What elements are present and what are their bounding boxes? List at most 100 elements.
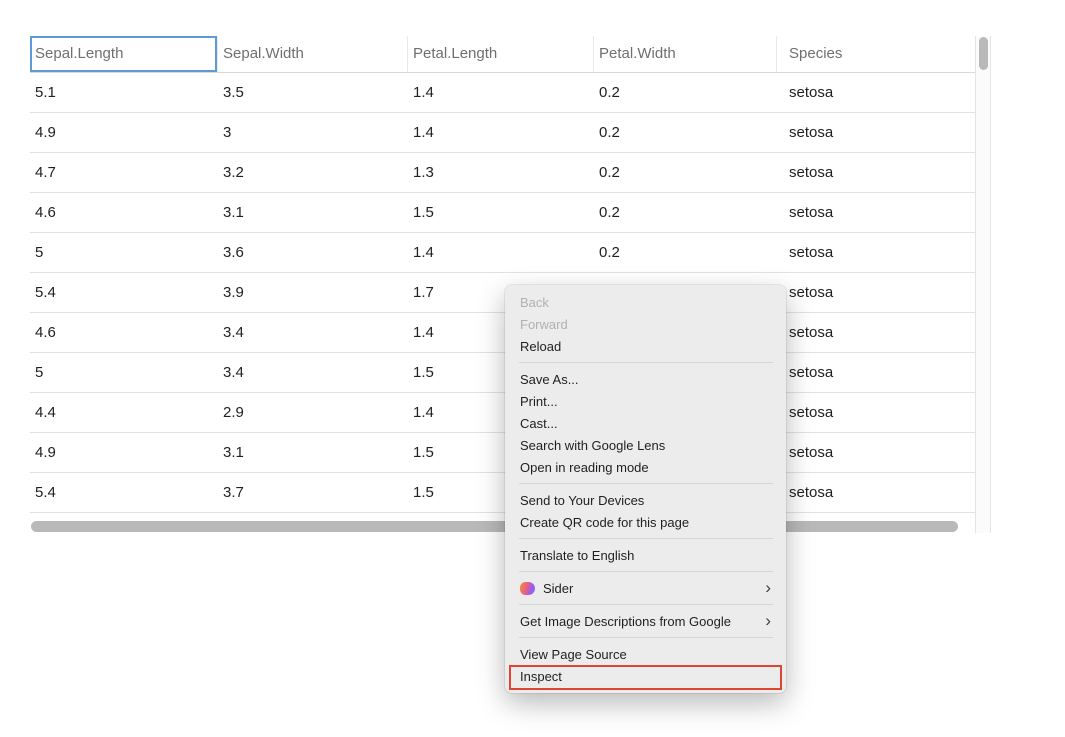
table-cell: 5.4 [30, 273, 218, 312]
table-cell: setosa [777, 193, 975, 232]
menu-item-open-in-reading-mode[interactable]: Open in reading mode [505, 456, 786, 478]
menu-item-send-to-your-devices[interactable]: Send to Your Devices [505, 489, 786, 511]
table-cell: 5 [30, 353, 218, 392]
menu-item-forward: Forward [505, 313, 786, 335]
table-row: 5.43.91.7setosa [30, 273, 975, 313]
menu-item-label: Save As... [520, 372, 579, 387]
table-cell: setosa [777, 473, 975, 512]
table-cell: 3.7 [218, 473, 408, 512]
table-cell: 4.9 [30, 433, 218, 472]
table-row: 4.63.41.4setosa [30, 313, 975, 353]
column-header-sepal-length[interactable]: Sepal.Length [30, 36, 218, 72]
menu-separator [519, 637, 773, 638]
column-header-sepal-width[interactable]: Sepal.Width [218, 36, 408, 72]
table-row: 4.93.11.5setosa [30, 433, 975, 473]
menu-item-label: Open in reading mode [520, 460, 649, 475]
menu-item-create-qr-code-for-this-page[interactable]: Create QR code for this page [505, 511, 786, 533]
table-cell: setosa [777, 393, 975, 432]
menu-item-sider[interactable]: Sider › [505, 577, 786, 599]
table-cell: setosa [777, 433, 975, 472]
table-row: 5.13.51.40.2setosa [30, 73, 975, 113]
table-cell: 3.1 [218, 433, 408, 472]
menu-item-label: Back [520, 295, 549, 310]
table-cell: 4.4 [30, 393, 218, 432]
table-cell: 0.2 [594, 153, 777, 192]
menu-item-label: Create QR code for this page [520, 515, 689, 530]
table-cell: setosa [777, 113, 975, 152]
table-cell: setosa [777, 273, 975, 312]
table-cell: 5.4 [30, 473, 218, 512]
menu-item-label: Send to Your Devices [520, 493, 644, 508]
menu-item-label: View Page Source [520, 647, 627, 662]
table-cell: setosa [777, 233, 975, 272]
table-cell: 1.5 [408, 193, 594, 232]
table-row: 5.43.71.5setosa [30, 473, 975, 513]
iris-data-table: Sepal.LengthSepal.WidthPetal.LengthPetal… [30, 36, 975, 513]
table-cell: 0.2 [594, 193, 777, 232]
table-row: 53.61.40.2setosa [30, 233, 975, 273]
menu-item-search-with-google-lens[interactable]: Search with Google Lens [505, 434, 786, 456]
vertical-scrollbar-track[interactable] [975, 36, 991, 533]
submenu-chevron-icon: › [765, 578, 771, 598]
table-header-row: Sepal.LengthSepal.WidthPetal.LengthPetal… [30, 36, 975, 73]
horizontal-scrollbar-thumb[interactable] [31, 521, 958, 532]
menu-separator [519, 571, 773, 572]
table-cell: 0.2 [594, 113, 777, 152]
menu-item-label: Forward [520, 317, 568, 332]
sider-brain-icon [520, 582, 535, 595]
column-header-species[interactable]: Species [777, 36, 975, 72]
menu-separator [519, 362, 773, 363]
submenu-chevron-icon: › [765, 611, 771, 631]
table-cell: 5.1 [30, 73, 218, 112]
menu-item-cast[interactable]: Cast... [505, 412, 786, 434]
table-row: 4.63.11.50.2setosa [30, 193, 975, 233]
menu-item-label: Get Image Descriptions from Google [520, 614, 731, 629]
table-cell: setosa [777, 353, 975, 392]
column-header-petal-width[interactable]: Petal.Width [594, 36, 777, 72]
menu-item-back: Back [505, 291, 786, 313]
table-cell: 1.4 [408, 233, 594, 272]
table-cell: 4.9 [30, 113, 218, 152]
menu-item-save-as[interactable]: Save As... [505, 368, 786, 390]
menu-item-print[interactable]: Print... [505, 390, 786, 412]
page: { "table": { "columns": [ { "label": "Se… [0, 0, 1065, 737]
menu-separator [519, 604, 773, 605]
menu-item-label: Reload [520, 339, 561, 354]
table-cell: 1.3 [408, 153, 594, 192]
focused-header-ring [30, 36, 217, 72]
menu-item-get-image-descriptions-from-google[interactable]: Get Image Descriptions from Google › [505, 610, 786, 632]
table-cell: 2.9 [218, 393, 408, 432]
table-cell: 0.2 [594, 73, 777, 112]
menu-item-translate-to-english[interactable]: Translate to English [505, 544, 786, 566]
table-row: 4.931.40.2setosa [30, 113, 975, 153]
vertical-scrollbar-thumb[interactable] [979, 37, 988, 70]
table-cell: 5 [30, 233, 218, 272]
menu-item-inspect[interactable]: Inspect [505, 665, 786, 687]
menu-item-reload[interactable]: Reload [505, 335, 786, 357]
table-cell: setosa [777, 153, 975, 192]
table-cell: 3.4 [218, 313, 408, 352]
menu-item-label: Search with Google Lens [520, 438, 665, 453]
menu-item-label: Translate to English [520, 548, 634, 563]
browser-context-menu: Back Forward Reload Save As... Print... Cast.… [505, 285, 786, 693]
table-cell: 4.6 [30, 193, 218, 232]
table-cell: setosa [777, 313, 975, 352]
table-cell: 4.7 [30, 153, 218, 192]
menu-item-label: Sider [543, 581, 573, 596]
table-cell: 0.2 [594, 233, 777, 272]
table-row: 4.73.21.30.2setosa [30, 153, 975, 193]
menu-separator [519, 483, 773, 484]
table-cell: 3.1 [218, 193, 408, 232]
table-cell: 3.2 [218, 153, 408, 192]
table-cell: 3.9 [218, 273, 408, 312]
column-header-petal-length[interactable]: Petal.Length [408, 36, 594, 72]
table-cell: 1.4 [408, 73, 594, 112]
menu-item-view-page-source[interactable]: View Page Source [505, 643, 786, 665]
table-cell: 4.6 [30, 313, 218, 352]
menu-separator [519, 538, 773, 539]
table-cell: 3.6 [218, 233, 408, 272]
table-cell: setosa [777, 73, 975, 112]
menu-item-label: Inspect [520, 669, 562, 684]
menu-item-label: Print... [520, 394, 558, 409]
table-row: 53.41.5setosa [30, 353, 975, 393]
